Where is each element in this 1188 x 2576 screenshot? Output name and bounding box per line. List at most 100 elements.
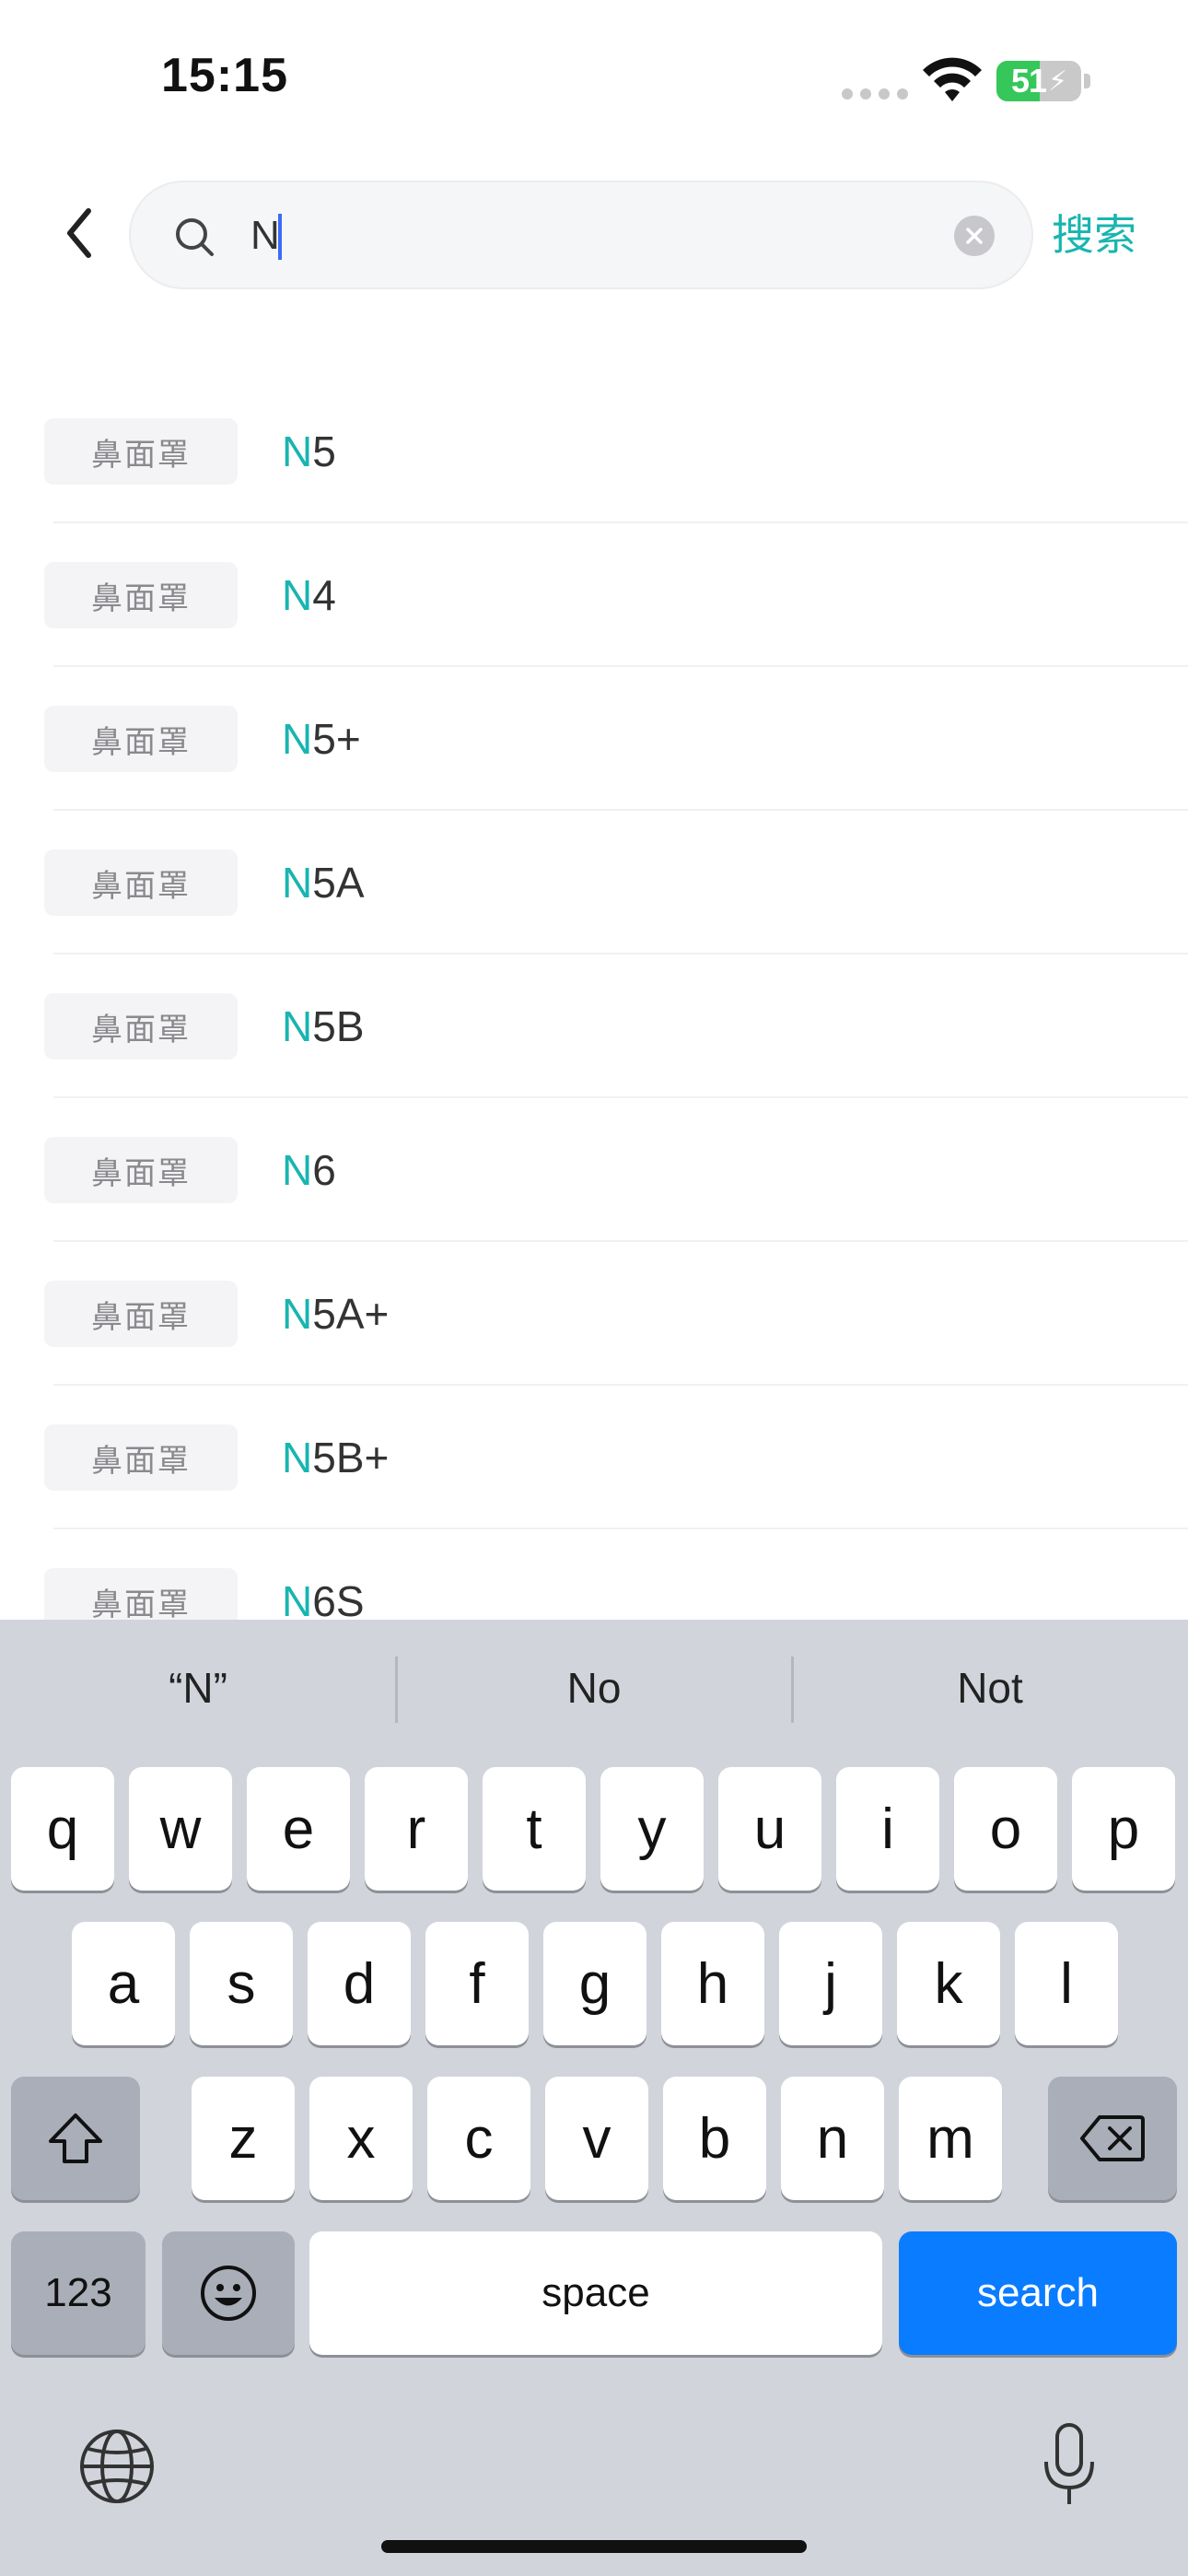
category-tag: 鼻面罩: [44, 706, 238, 772]
shift-key[interactable]: [11, 2077, 140, 2200]
key-d[interactable]: d: [308, 1922, 411, 2045]
category-tag: 鼻面罩: [44, 418, 238, 485]
key-u[interactable]: u: [718, 1767, 821, 1891]
search-input[interactable]: N: [129, 181, 1033, 289]
result-row[interactable]: 鼻面罩 N6S: [0, 1529, 1188, 1620]
model-suffix: 5A+: [312, 1290, 390, 1338]
result-row[interactable]: 鼻面罩 N5B+: [0, 1386, 1188, 1529]
model-suffix: 5A: [312, 859, 365, 907]
model-name: N5B+: [282, 1430, 389, 1485]
suggestion-item[interactable]: No: [396, 1651, 792, 1725]
emoji-key[interactable]: [162, 2231, 295, 2355]
key-p[interactable]: p: [1072, 1767, 1175, 1891]
model-suffix: 5+: [312, 715, 361, 763]
key-m[interactable]: m: [899, 2077, 1002, 2200]
category-tag: 鼻面罩: [44, 562, 238, 628]
match-highlight: N: [282, 1290, 313, 1338]
emoji-icon: [201, 2266, 256, 2321]
key-w[interactable]: w: [129, 1767, 232, 1891]
search-results-list: 鼻面罩 N5 鼻面罩 N4 鼻面罩 N5+ 鼻面罩 N5A 鼻面罩 N5B 鼻面罩 N6 鼻面罩 N5A+…: [0, 380, 1188, 1620]
result-row[interactable]: 鼻面罩 N5: [0, 380, 1188, 523]
wifi-icon: [923, 57, 982, 101]
key-z[interactable]: z: [192, 2077, 295, 2200]
key-v[interactable]: v: [545, 2077, 648, 2200]
magnifier-icon: [176, 218, 214, 256]
result-row[interactable]: 鼻面罩 N5A: [0, 811, 1188, 954]
key-j[interactable]: j: [779, 1922, 882, 2045]
search-key[interactable]: search: [899, 2231, 1177, 2355]
clear-circle-icon: [966, 228, 983, 244]
key-o[interactable]: o: [954, 1767, 1057, 1891]
key-r[interactable]: r: [365, 1767, 468, 1891]
category-tag: 鼻面罩: [44, 1424, 238, 1491]
category-tag: 鼻面罩: [44, 1568, 238, 1620]
model-suffix: 4: [312, 571, 336, 619]
model-name: N5+: [282, 711, 361, 767]
delete-key[interactable]: [1048, 2077, 1177, 2200]
match-highlight: N: [282, 571, 313, 619]
key-y[interactable]: y: [600, 1767, 704, 1891]
key-x[interactable]: x: [309, 2077, 413, 2200]
numbers-key[interactable]: 123: [11, 2231, 146, 2355]
category-tag: 鼻面罩: [44, 1137, 238, 1203]
result-row[interactable]: 鼻面罩 N5B: [0, 954, 1188, 1098]
suggestion-divider: [791, 1657, 794, 1723]
cellular-signal-icon: [842, 88, 908, 100]
shift-icon: [49, 2113, 102, 2163]
space-key[interactable]: space: [309, 2231, 882, 2355]
model-name: N5B: [282, 999, 365, 1054]
category-tag: 鼻面罩: [44, 1281, 238, 1347]
match-highlight: N: [282, 427, 313, 475]
text-caret: [278, 214, 282, 260]
battery-level: 51 ⚡: [1010, 62, 1067, 100]
home-indicator[interactable]: [381, 2540, 807, 2553]
key-f[interactable]: f: [425, 1922, 529, 2045]
match-highlight: N: [282, 1577, 313, 1620]
model-name: N6S: [282, 1574, 365, 1620]
match-highlight: N: [282, 1434, 313, 1481]
result-row[interactable]: 鼻面罩 N5+: [0, 667, 1188, 811]
back-button[interactable]: [55, 201, 101, 265]
suggestion-divider: [395, 1657, 398, 1723]
match-highlight: N: [282, 715, 313, 763]
clear-search-button[interactable]: [954, 216, 995, 256]
search-submit-link[interactable]: 搜索: [1052, 205, 1136, 265]
suggestion-item[interactable]: Not: [792, 1651, 1188, 1725]
globe-icon[interactable]: [77, 2427, 157, 2506]
status-time: 15:15: [161, 49, 288, 102]
keyboard-suggestions: “N” No Not: [0, 1620, 1188, 1762]
key-l[interactable]: l: [1015, 1922, 1118, 2045]
result-row[interactable]: 鼻面罩 N4: [0, 523, 1188, 667]
suggestion-item[interactable]: “N”: [0, 1651, 396, 1725]
key-s[interactable]: s: [190, 1922, 293, 2045]
model-suffix: 5B+: [312, 1434, 390, 1481]
match-highlight: N: [282, 1146, 313, 1194]
key-c[interactable]: c: [427, 2077, 530, 2200]
model-name: N5: [282, 424, 336, 479]
key-i[interactable]: i: [836, 1767, 939, 1891]
key-g[interactable]: g: [543, 1922, 646, 2045]
model-suffix: 5B: [312, 1002, 365, 1050]
result-row[interactable]: 鼻面罩 N5A+: [0, 1242, 1188, 1386]
backspace-icon: [1080, 2115, 1145, 2161]
key-b[interactable]: b: [663, 2077, 766, 2200]
model-name: N5A+: [282, 1286, 389, 1341]
key-n[interactable]: n: [781, 2077, 884, 2200]
key-k[interactable]: k: [897, 1922, 1000, 2045]
model-name: N4: [282, 568, 336, 623]
category-tag: 鼻面罩: [44, 993, 238, 1060]
status-bar: 15:15 51 ⚡: [0, 0, 1188, 157]
result-row[interactable]: 鼻面罩 N6: [0, 1098, 1188, 1242]
microphone-icon[interactable]: [1039, 2421, 1100, 2510]
key-q[interactable]: q: [11, 1767, 114, 1891]
chevron-left-icon: [67, 208, 91, 258]
battery-cap: [1084, 74, 1090, 88]
model-suffix: 6: [312, 1146, 336, 1194]
system-keyboard: “N” No Not q w e r t y u i o p a s d f g h j k l z x c v b n m 123 sp…: [0, 1620, 1188, 2576]
key-h[interactable]: h: [661, 1922, 764, 2045]
key-a[interactable]: a: [72, 1922, 175, 2045]
key-e[interactable]: e: [247, 1767, 350, 1891]
model-name: N5A: [282, 855, 365, 910]
model-suffix: 5: [312, 427, 336, 475]
key-t[interactable]: t: [483, 1767, 586, 1891]
